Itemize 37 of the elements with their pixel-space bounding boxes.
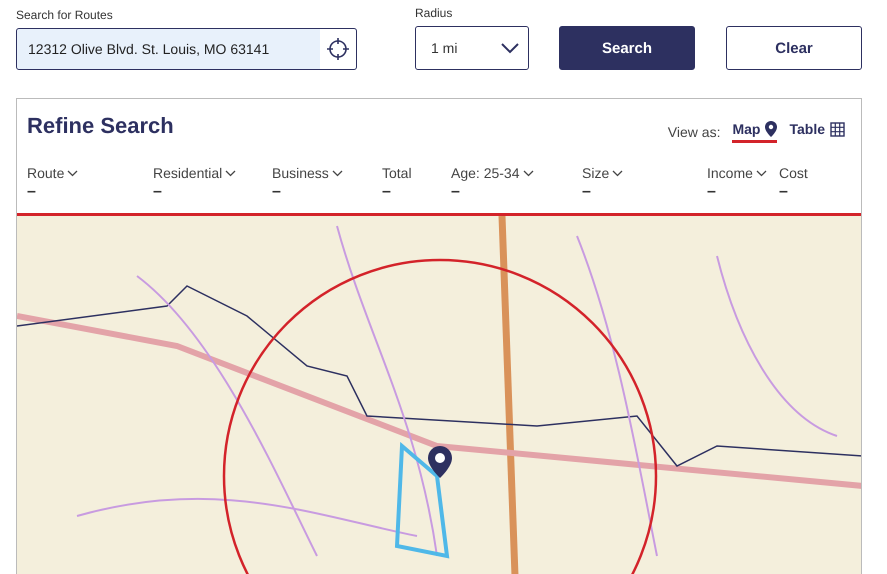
view-label: View as: [668,124,720,140]
caret-icon [332,170,343,176]
clear-button[interactable]: Clear [726,26,862,70]
column-value: – [779,183,789,201]
locate-button[interactable] [320,29,356,69]
column-value: – [451,183,461,201]
column-header[interactable]: Total [382,165,451,181]
column-header[interactable]: Income [707,165,779,181]
address-field[interactable]: 12312 Olive Blvd. St. Louis, MO 63141 [16,28,357,70]
panel-title: Refine Search [27,113,174,139]
column-value: – [382,183,392,201]
column-value: – [707,183,717,201]
field-label: Search for Routes [16,8,114,22]
column-header[interactable]: Route [27,165,153,181]
column-value: – [153,183,163,201]
grid-icon [830,122,845,136]
column-value: – [27,183,37,201]
radius-dropdown[interactable]: 1 mi [415,26,529,70]
search-button[interactable]: Search [559,26,695,70]
column-value: – [272,183,282,201]
caret-icon [225,170,236,176]
field-label: Radius [415,6,454,20]
caret-icon [756,170,767,176]
view-tab[interactable]: Map [732,121,778,143]
column-header[interactable]: Cost [779,165,861,181]
pin-icon [765,121,778,137]
column-header[interactable]: Size [582,165,707,181]
column-header[interactable]: Business [272,165,382,181]
view-tab[interactable]: Table [789,121,845,143]
caret-icon [612,170,624,176]
column-header[interactable]: Residential [153,165,272,181]
column-header[interactable]: Age: 25-34 [451,165,582,181]
crosshair-icon [326,37,350,61]
chevron-icon [500,42,520,54]
column-value: – [582,183,592,201]
caret-icon [522,170,534,176]
caret-icon [67,170,78,176]
